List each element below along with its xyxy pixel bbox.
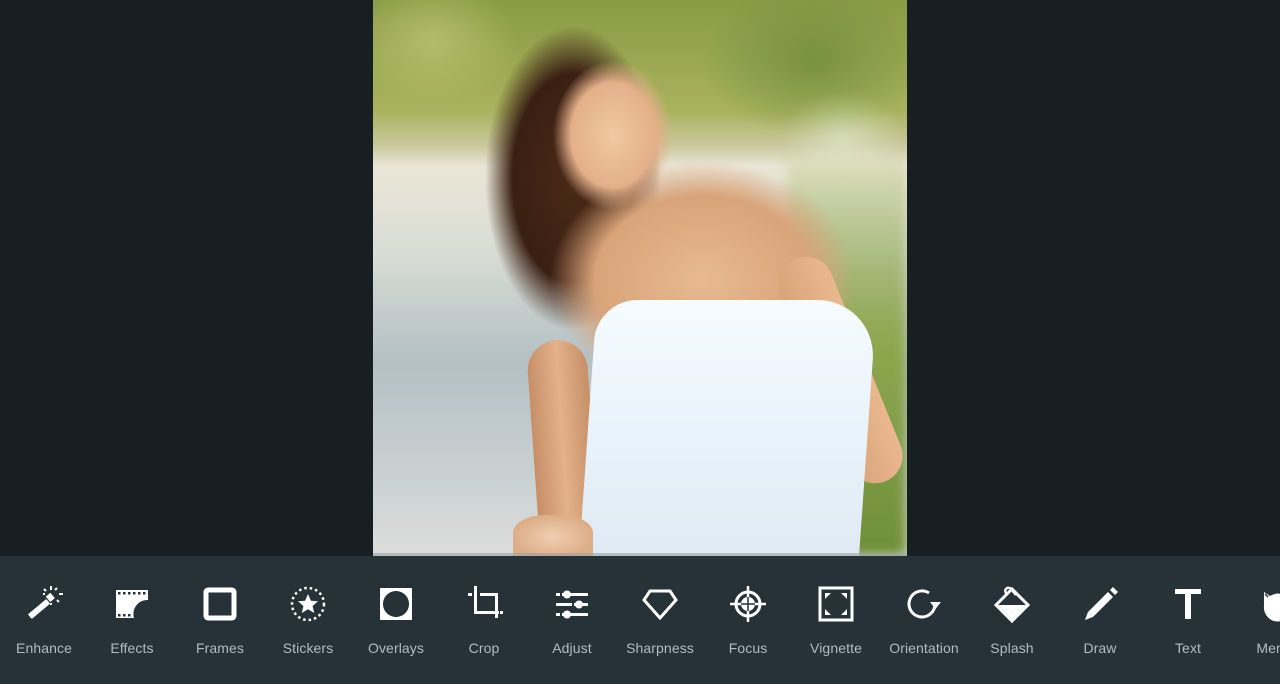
tool-frames[interactable]: Frames bbox=[176, 556, 264, 684]
tool-orientation[interactable]: Orientation bbox=[880, 556, 968, 684]
vignette-icon bbox=[816, 584, 856, 624]
tool-stickers[interactable]: Stickers bbox=[264, 556, 352, 684]
photo-subject-hand bbox=[513, 515, 593, 556]
rotate-icon bbox=[904, 584, 944, 624]
tool-label: Focus bbox=[728, 640, 768, 656]
tool-label: Frames bbox=[195, 640, 245, 656]
crop-icon bbox=[464, 584, 504, 624]
tool-label: Sharpness bbox=[626, 640, 694, 656]
star-sticker-icon bbox=[288, 584, 328, 624]
canvas-area bbox=[0, 0, 1280, 556]
paint-bucket-icon bbox=[992, 584, 1032, 624]
magic-wand-icon bbox=[24, 584, 64, 624]
tool-draw[interactable]: Draw bbox=[1056, 556, 1144, 684]
tool-overlays[interactable]: Overlays bbox=[352, 556, 440, 684]
tool-vignette[interactable]: Vignette bbox=[792, 556, 880, 684]
frame-square-icon bbox=[200, 584, 240, 624]
tool-sharpness[interactable]: Sharpness bbox=[616, 556, 704, 684]
film-strip-icon bbox=[112, 584, 152, 624]
tool-label: Draw bbox=[1083, 640, 1117, 656]
tool-crop[interactable]: Crop bbox=[440, 556, 528, 684]
photo-subject-dress bbox=[579, 300, 877, 556]
photo-subject-face bbox=[553, 60, 673, 210]
sliders-icon bbox=[552, 584, 592, 624]
tool-label: Orientation bbox=[889, 640, 959, 656]
tool-focus[interactable]: Focus bbox=[704, 556, 792, 684]
crosshair-icon bbox=[728, 584, 768, 624]
tool-label: Stickers bbox=[282, 640, 334, 656]
tool-label: Splash bbox=[990, 640, 1034, 656]
tool-label: Enhance bbox=[16, 640, 72, 656]
tool-effects[interactable]: Effects bbox=[88, 556, 176, 684]
cat-face-icon bbox=[1256, 584, 1280, 624]
text-t-icon bbox=[1168, 584, 1208, 624]
pencil-icon bbox=[1080, 584, 1120, 624]
tool-label: Adjust bbox=[552, 640, 592, 656]
overlay-circle-icon bbox=[376, 584, 416, 624]
tool-label: Text bbox=[1174, 640, 1202, 656]
tool-text[interactable]: Text bbox=[1144, 556, 1232, 684]
tool-enhance[interactable]: Enhance bbox=[0, 556, 88, 684]
edited-photo[interactable] bbox=[373, 0, 907, 556]
tool-meme[interactable]: Meme bbox=[1232, 556, 1280, 684]
tools-toolbar: Enhance Effects Frames Stickers Overlays… bbox=[0, 556, 1280, 684]
tool-splash[interactable]: Splash bbox=[968, 556, 1056, 684]
tool-label: Meme bbox=[1256, 640, 1280, 656]
tool-label: Effects bbox=[110, 640, 154, 656]
tool-label: Vignette bbox=[810, 640, 862, 656]
diamond-icon bbox=[640, 584, 680, 624]
tool-label: Crop bbox=[468, 640, 500, 656]
tool-label: Overlays bbox=[367, 640, 425, 656]
tool-adjust[interactable]: Adjust bbox=[528, 556, 616, 684]
